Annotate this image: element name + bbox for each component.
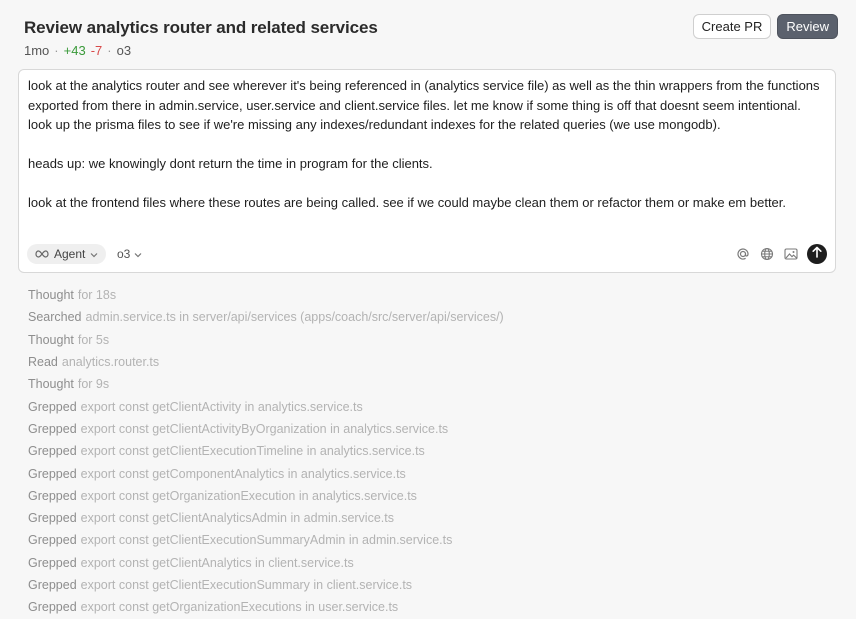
prompt-paragraph: heads up: we knowingly dont return the t… [28, 156, 433, 171]
log-detail: export const getClientActivityByOrganiza… [80, 421, 449, 436]
arrow-up-icon [812, 245, 822, 263]
log-item[interactable]: Grepped export const getClientActivity in… [28, 395, 836, 417]
log-verb: Searched [28, 310, 82, 325]
globe-icon[interactable] [759, 246, 775, 262]
model-select-label: o3 [117, 247, 131, 261]
log-verb: Grepped [28, 466, 77, 481]
infinity-icon [35, 247, 49, 261]
agent-label: Agent [54, 247, 86, 261]
send-button[interactable] [807, 244, 827, 264]
log-verb: Grepped [28, 511, 77, 526]
log-item[interactable]: Thought for 5s [28, 329, 836, 351]
log-verb: Thought [28, 288, 74, 303]
log-item[interactable]: Grepped export const getOrganizationExecu… [28, 485, 836, 507]
log-item[interactable]: Read analytics.router.ts [28, 351, 836, 373]
log-verb: Grepped [28, 488, 77, 503]
log-verb: Read [28, 355, 58, 370]
log-verb: Grepped [28, 533, 77, 548]
at-icon[interactable] [735, 246, 751, 262]
deletions-count: -7 [90, 43, 103, 58]
log-detail: export const getClientActivity in analyt… [80, 399, 363, 414]
model-select[interactable]: o3 [117, 244, 142, 264]
log-verb: Grepped [28, 399, 77, 414]
additions-count: +43 [63, 43, 86, 58]
meta-line: 1mo · +43 -7 · o3 [24, 43, 132, 58]
prompt-box[interactable]: look at the analytics router and see whe… [18, 69, 836, 273]
log-item[interactable]: Grepped export const getClientExecutionSu… [28, 529, 836, 551]
create-pr-button[interactable]: Create PR [692, 14, 772, 39]
log-item[interactable]: Grepped export const getClientAnalytics i… [28, 552, 836, 574]
log-detail: analytics.router.ts [61, 355, 160, 370]
log-detail: admin.service.ts in server/api/services … [85, 310, 504, 325]
log-item[interactable]: Grepped export const getComponentAnalytic… [28, 462, 836, 484]
log-verb: Grepped [28, 600, 77, 615]
log-detail: for 18s [77, 288, 117, 303]
age-label: 1mo [24, 43, 50, 58]
log-detail: for 9s [77, 377, 110, 392]
activity-log: Thought for 18s Searched admin.service.ts … [28, 284, 836, 618]
log-verb: Grepped [28, 555, 77, 570]
log-item[interactable]: Searched admin.service.ts in server/api/s… [28, 306, 836, 328]
log-item[interactable]: Grepped export const getClientExecutionSu… [28, 574, 836, 596]
chevron-down-icon [90, 247, 98, 261]
log-item[interactable]: Thought for 18s [28, 284, 836, 306]
log-detail: export const getClientExecutionSummaryAd… [80, 533, 453, 548]
log-verb: Grepped [28, 444, 77, 459]
model-label: o3 [116, 43, 132, 58]
header-actions: Create PR Review [692, 14, 838, 39]
log-item[interactable]: Grepped export const getClientAnalyticsAd… [28, 507, 836, 529]
log-detail: export const getOrganizationExecutions i… [80, 600, 399, 615]
chevron-down-icon [134, 247, 142, 261]
prompt-paragraph: look at the analytics router and see whe… [28, 78, 820, 132]
log-detail: export const getClientAnalytics in clien… [80, 555, 354, 570]
log-item[interactable]: Grepped export const getClientActivityByO… [28, 418, 836, 440]
log-item[interactable]: Grepped export const getClientExecutionTi… [28, 440, 836, 462]
log-detail: export const getClientExecutionSummary i… [80, 578, 413, 592]
log-verb: Grepped [28, 421, 77, 436]
log-detail: export const getOrganizationExecution in… [80, 488, 417, 503]
page-title: Review analytics router and related serv… [24, 18, 378, 37]
prompt-text[interactable]: look at the analytics router and see whe… [28, 76, 827, 213]
log-detail: export const getComponentAnalytics in an… [80, 466, 406, 481]
log-detail: export const getClientAnalyticsAdmin in … [80, 511, 394, 526]
prompt-toolbar: Agent o3 [27, 244, 827, 264]
log-detail: export const getClientExecutionTimeline … [80, 444, 425, 459]
log-detail: for 5s [77, 332, 110, 347]
log-verb: Grepped [28, 578, 77, 592]
log-verb: Thought [28, 332, 74, 347]
log-verb: Thought [28, 377, 74, 392]
agent-mode-select[interactable]: Agent [27, 244, 107, 264]
review-button[interactable]: Review [777, 14, 838, 39]
prompt-paragraph: look at the frontend files where these r… [28, 195, 787, 210]
log-item[interactable]: Grepped export const getOrganizationExecu… [28, 596, 836, 618]
chat-header: Review analytics router and related serv… [24, 14, 838, 62]
log-item[interactable]: Thought for 9s [28, 373, 836, 395]
prompt-tools [735, 244, 827, 264]
image-icon[interactable] [783, 246, 799, 262]
